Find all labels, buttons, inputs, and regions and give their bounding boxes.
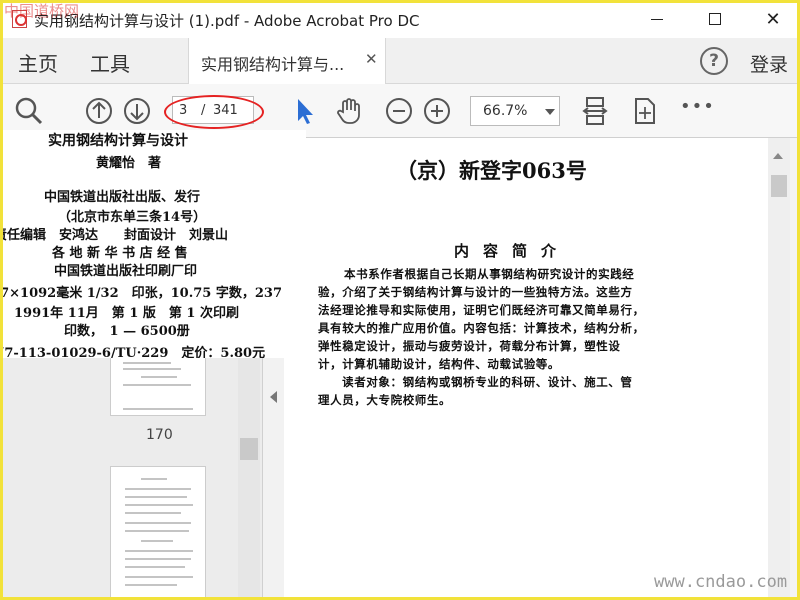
paragraph-line: 计，计算机辅助设计，结构件、动载试验等。 xyxy=(318,357,560,371)
fit-page-icon[interactable] xyxy=(580,96,610,126)
popup-line: 1991年 11月 第 1 版 第 1 次印刷 xyxy=(14,306,239,321)
paragraph-line: 具有较大的推广应用价值。内容包括：计算技术，结构分析， xyxy=(318,321,645,335)
popup-line: ISBN7-113-01029-6/TU·229 定价：5.80元 xyxy=(0,346,266,358)
page-thumbnail[interactable] xyxy=(110,354,206,416)
tab-home[interactable]: 主页 xyxy=(18,48,58,77)
zoom-out-icon[interactable] xyxy=(384,96,414,126)
popup-line: 印数， 1 — 6500册 xyxy=(64,324,190,339)
popup-line: 责任编辑 安鸿达 封面设计 刘景山 xyxy=(0,228,229,243)
document-scrollbar[interactable] xyxy=(768,138,790,600)
select-pointer-icon[interactable] xyxy=(290,96,320,126)
chevron-down-icon xyxy=(545,109,555,115)
search-icon[interactable] xyxy=(14,96,44,126)
close-window-button[interactable]: ✕ xyxy=(750,0,796,38)
popup-line: 实用钢结构计算与设计 xyxy=(48,133,188,149)
thumbnails-scrollbar-thumb[interactable] xyxy=(240,438,258,460)
login-link[interactable]: 登录 xyxy=(750,50,788,77)
tab-tools[interactable]: 工具 xyxy=(90,48,130,77)
popup-line: （北京市东单三条14号） xyxy=(58,210,207,225)
close-icon: ✕ xyxy=(765,8,781,30)
paragraph-line: 验，介绍了关于钢结构计算与设计的一些独特方法。这些方 xyxy=(318,285,633,299)
hand-tool-icon[interactable] xyxy=(334,96,364,126)
scroll-mode-icon[interactable] xyxy=(630,96,660,126)
page-up-icon[interactable] xyxy=(84,96,114,126)
thumbnail-page-number: 170 xyxy=(146,427,173,443)
page-down-icon[interactable] xyxy=(122,96,152,126)
watermark-top-left: 中国道桥网 xyxy=(4,2,80,20)
zoom-select[interactable]: 66.7% xyxy=(470,96,560,126)
popup-line: 各 地 新 华 书 店 经 售 xyxy=(52,246,188,261)
title-bar: 实用钢结构计算与设计 (1).pdf - Adobe Acrobat Pro D… xyxy=(0,0,800,38)
tab-document[interactable]: 实用钢结构计算与... ✕ xyxy=(188,38,386,84)
watermark-bottom-right: www.cndao.com xyxy=(654,572,788,592)
zoom-value: 66.7% xyxy=(483,103,528,119)
zoom-in-icon[interactable] xyxy=(422,96,452,126)
minimize-icon xyxy=(651,18,663,20)
help-icon[interactable]: ? xyxy=(700,47,728,75)
tab-bar: 主页 工具 实用钢结构计算与... ✕ ? 登录 xyxy=(0,38,800,84)
thumbnail-preview xyxy=(123,362,193,410)
collapse-panel-icon[interactable] xyxy=(270,391,277,403)
right-panel-edge xyxy=(790,138,800,600)
paragraph-line: 法经理论推导和实际使用，证明它们既经济可靠又简单易行， xyxy=(318,303,645,317)
paragraph-line: 弹性稳定设计，振动与疲劳设计，荷载分布计算，塑性设 xyxy=(318,339,621,353)
minimize-button[interactable] xyxy=(634,0,680,38)
scroll-up-icon[interactable] xyxy=(773,153,783,159)
close-tab-icon[interactable]: ✕ xyxy=(365,50,378,68)
paragraph-line: 本书系作者根据自己长期从事钢结构研究设计的实践经 xyxy=(344,267,635,281)
popup-line: 中国铁道出版社出版、发行 xyxy=(44,190,201,205)
popup-line: 中国铁道出版社印刷厂印 xyxy=(54,264,198,279)
thumbnail-preview xyxy=(125,478,193,586)
paragraph-line: 理人员，大专院校师生。 xyxy=(318,393,452,407)
popup-line: 787×1092毫米 1/32 印张，10.75 字数，237 xyxy=(0,286,282,301)
section-title: 内容简介 xyxy=(454,242,571,260)
window-title: 实用钢结构计算与设计 (1).pdf - Adobe Acrobat Pro D… xyxy=(34,12,420,30)
maximize-button[interactable] xyxy=(692,0,738,38)
paragraph-line: 读者对象：钢结构或钢桥专业的科研、设计、施工、管 xyxy=(330,375,633,389)
page-thumbnail[interactable] xyxy=(110,466,206,600)
page-number-highlight xyxy=(164,95,264,129)
popup-line: 黄耀怡 著 xyxy=(96,156,162,171)
document-scrollbar-thumb[interactable] xyxy=(771,175,787,197)
document-heading: （京）新登字063号 xyxy=(396,158,587,183)
maximize-icon xyxy=(709,13,721,25)
document-tab-label: 实用钢结构计算与... xyxy=(201,55,345,74)
more-tools-icon[interactable]: ••• xyxy=(680,96,715,117)
copyright-page-overlay: 实用钢结构计算与设计 黄耀怡 著 中国铁道出版社出版、发行 （北京市东单三条14… xyxy=(0,130,306,358)
